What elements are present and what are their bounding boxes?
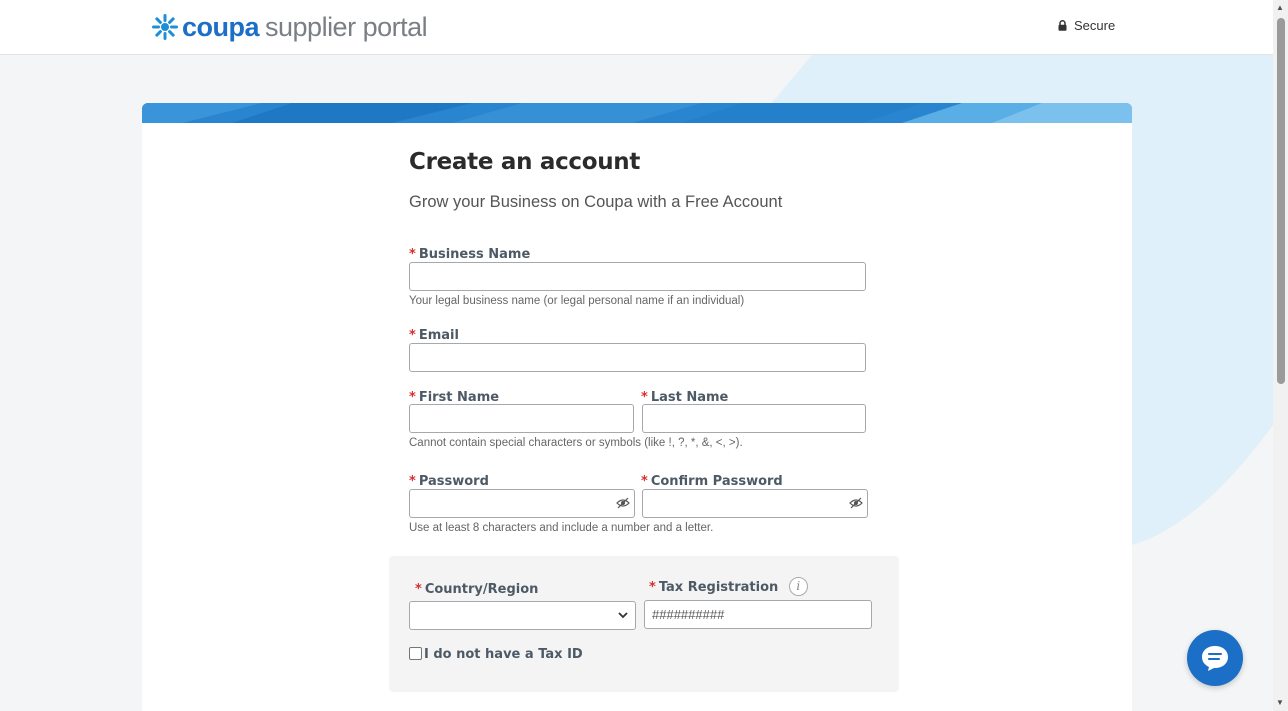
tax-registration-label-text: Tax Registration (658, 579, 779, 595)
page-subtitle: Grow your Business on Coupa with a Free … (409, 193, 783, 211)
scroll-thumb[interactable] (1277, 18, 1285, 384)
password-input[interactable] (409, 489, 635, 518)
secure-label: Secure (1074, 18, 1116, 33)
email-label-text: Email (418, 328, 459, 343)
first-name-input[interactable] (409, 404, 634, 433)
country-label-text: Country/Region (424, 582, 539, 597)
required-marker: * (649, 579, 656, 595)
card-header-band (142, 103, 1132, 123)
coupa-star-icon (152, 14, 178, 40)
required-marker: * (409, 328, 416, 343)
secure-indicator: Secure (1058, 18, 1115, 33)
name-hint: Cannot contain special characters or sym… (409, 437, 743, 449)
business-name-hint: Your legal business name (or legal perso… (409, 295, 745, 307)
password-label: * Password (409, 472, 489, 490)
signup-card: Create an account Grow your Business on … (142, 103, 1132, 711)
eye-slash-icon[interactable] (616, 497, 630, 509)
tax-registration-input[interactable] (644, 600, 872, 629)
password-label-text: Password (418, 474, 489, 489)
last-name-input[interactable] (642, 404, 866, 433)
email-input[interactable] (409, 343, 866, 372)
required-marker: * (409, 390, 416, 405)
page-scrollbar[interactable]: ▲ ▼ (1273, 0, 1288, 711)
tax-section: *Country/Region *Tax Registration i I do… (389, 556, 899, 692)
confirm-password-label: * Confirm Password (641, 472, 783, 490)
required-marker: * (415, 582, 422, 597)
signup-form: Create an account Grow your Business on … (409, 149, 889, 534)
email-label: * Email (409, 326, 459, 344)
required-marker: * (409, 474, 416, 489)
lock-icon (1058, 20, 1067, 31)
required-marker: * (409, 247, 416, 262)
country-label: * Country/Region (415, 580, 538, 598)
confirm-password-input[interactable] (642, 489, 868, 518)
page-title: Create an account (409, 149, 641, 175)
required-marker: * (641, 474, 648, 489)
tax-registration-label: * Tax Registration i (649, 577, 808, 596)
eye-slash-icon[interactable] (849, 497, 863, 509)
no-tax-id-checkbox[interactable] (409, 647, 422, 660)
password-hint: Use at least 8 characters and include a … (409, 522, 714, 534)
top-bar: coupa supplier portal Secure (0, 0, 1273, 55)
last-name-label-text: Last Name (650, 390, 729, 405)
no-tax-id-label-text: I do not have a Tax ID (424, 647, 583, 662)
logo-product-text: supplier portal (265, 11, 428, 42)
business-name-label: * Business Name (409, 245, 530, 263)
scroll-down-icon[interactable]: ▼ (1276, 698, 1284, 707)
chat-bubble-icon (1202, 646, 1228, 671)
first-name-label-text: First Name (418, 390, 500, 405)
business-name-input[interactable] (409, 262, 866, 291)
chat-button[interactable] (1187, 630, 1243, 686)
required-marker: * (641, 390, 648, 405)
no-tax-id-label[interactable]: I do not have a Tax ID (424, 645, 583, 663)
chevron-down-icon (618, 612, 628, 619)
confirm-password-label-text: Confirm Password (650, 474, 783, 489)
info-icon[interactable]: i (788, 577, 808, 596)
country-select[interactable] (409, 601, 636, 630)
coupa-logo[interactable]: coupa supplier portal (150, 11, 428, 43)
logo-brand-text: coupa (182, 11, 260, 42)
business-name-label-text: Business Name (418, 247, 531, 262)
scroll-up-icon[interactable]: ▲ (1276, 3, 1284, 12)
